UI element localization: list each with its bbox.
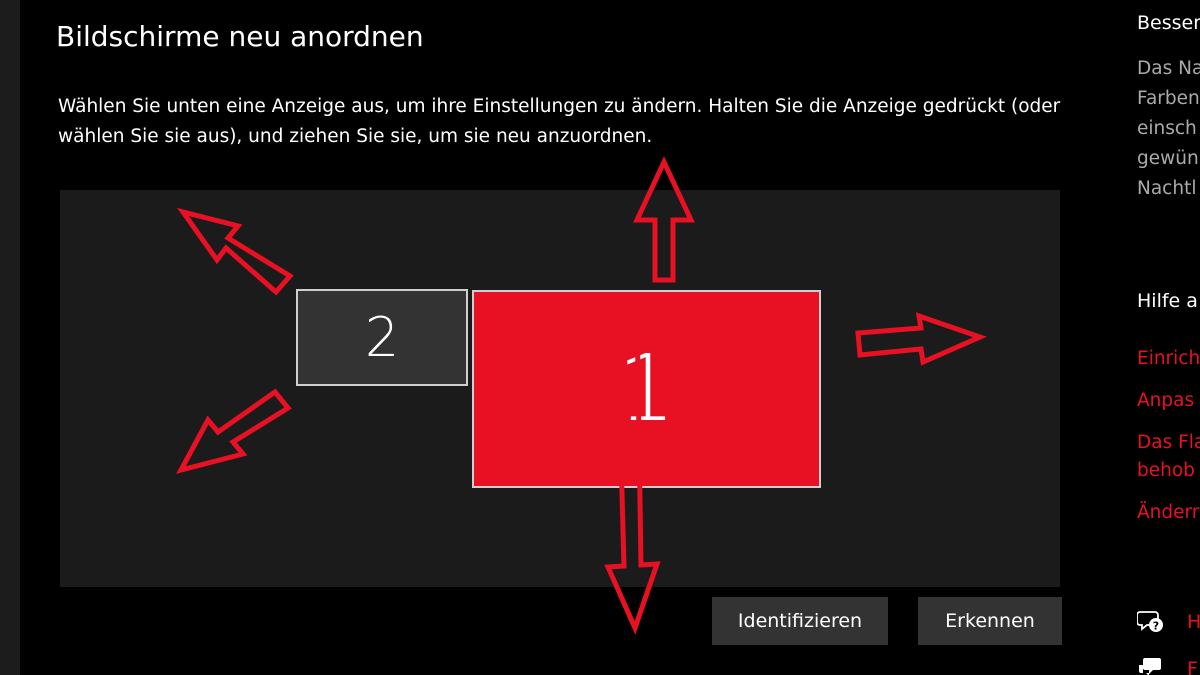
help-links: Einrich Anpas Das Fla behob Änderr	[1137, 345, 1200, 527]
help-link-fix-flicker[interactable]: Das Fla	[1137, 429, 1200, 457]
related-description: Das Na Farben einsch gewün Nachtl	[1137, 54, 1200, 204]
help-heading: Hilfe a	[1137, 290, 1198, 312]
related-settings-panel: Besser Das Na Farben einsch gewün Nachtl…	[1137, 0, 1200, 675]
related-description-line: einsch	[1137, 118, 1197, 139]
feedback-icon	[1139, 658, 1161, 675]
feedback-row[interactable]: F	[1137, 655, 1200, 675]
display-settings-page: Bildschirme neu anordnen Wählen Sie unte…	[0, 0, 1200, 675]
display-2-number: 2	[364, 305, 400, 369]
related-description-line: gewün	[1137, 148, 1199, 169]
instructions-text: Wählen Sie unten eine Anzeige aus, um ih…	[58, 96, 1061, 147]
related-description-line: Farben	[1137, 88, 1200, 109]
page-title: Bildschirme neu anordnen	[56, 20, 424, 53]
related-heading: Besser	[1137, 12, 1200, 34]
help-link-fix-flicker-line2[interactable]: behob	[1137, 457, 1200, 485]
svg-text:?: ?	[1153, 620, 1159, 633]
related-description-line: Nachtl	[1137, 178, 1197, 199]
help-link-setup[interactable]: Einrich	[1137, 345, 1200, 373]
get-help-label[interactable]: H	[1187, 608, 1200, 636]
detect-button[interactable]: Erkennen	[918, 597, 1062, 645]
display-1-tile[interactable]: 1	[472, 290, 821, 488]
help-link-change[interactable]: Änderr	[1137, 499, 1200, 527]
feedback-label[interactable]: F	[1187, 655, 1198, 675]
related-description-line: Das Na	[1137, 58, 1200, 79]
display-2-tile[interactable]: 2	[296, 289, 468, 386]
identify-button[interactable]: Identifizieren	[712, 597, 888, 645]
help-chat-icon: ?	[1137, 611, 1163, 633]
navigation-pane-edge	[0, 0, 20, 675]
display-1-number: 1	[617, 335, 676, 442]
help-link-adjust[interactable]: Anpas	[1137, 387, 1200, 415]
get-help-row[interactable]: ? H	[1137, 608, 1200, 636]
